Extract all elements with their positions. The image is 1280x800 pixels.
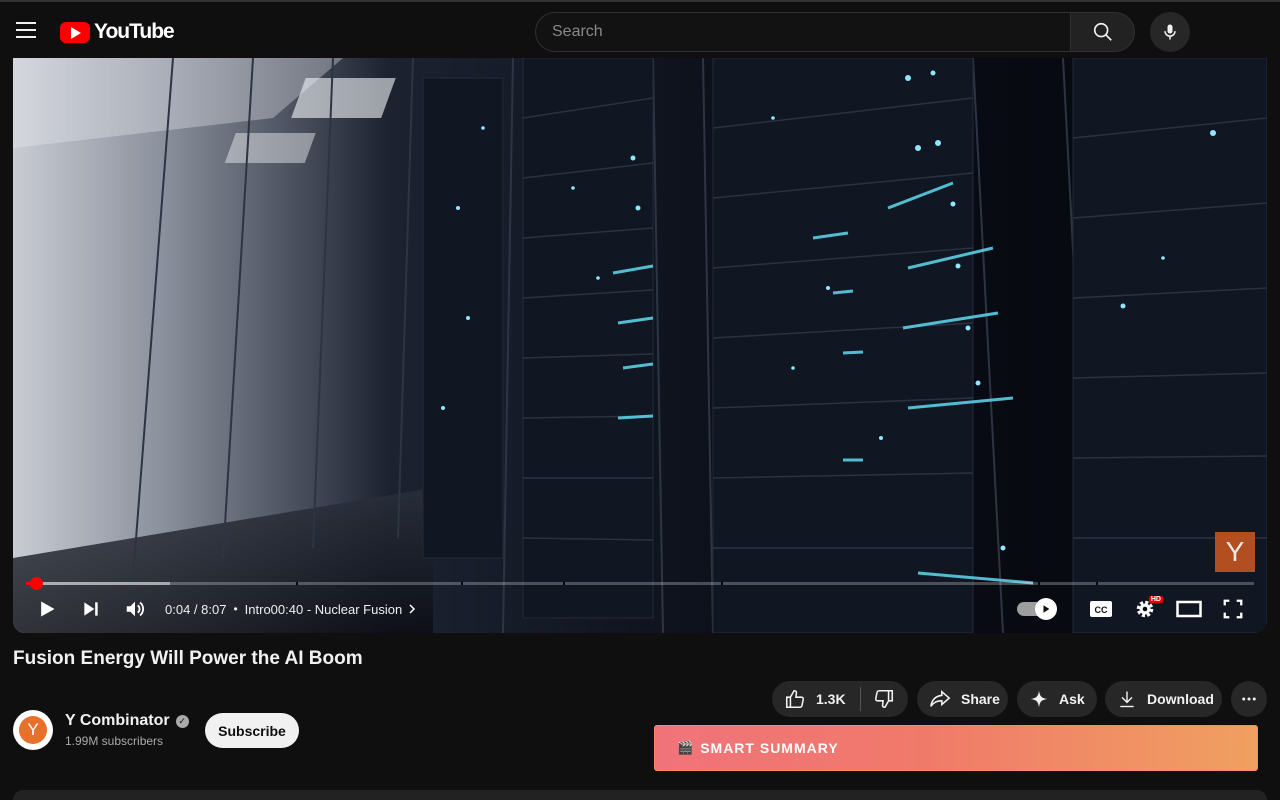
channel-text: Y Combinator ✓ 1.99M subscribers	[65, 712, 189, 748]
theater-mode-button[interactable]	[1167, 594, 1211, 624]
chapter-marker	[721, 582, 723, 585]
search-bar	[535, 12, 1135, 52]
ask-button[interactable]: Ask	[1017, 681, 1097, 717]
share-label: Share	[961, 691, 1000, 707]
video-title: Fusion Energy Will Power the AI Boom	[13, 648, 363, 669]
chevron-right-icon	[409, 604, 416, 614]
right-controls: CC HD	[1017, 594, 1255, 624]
thumbs-up-icon	[785, 689, 805, 709]
youtube-logo[interactable]: YouTube	[60, 20, 175, 44]
search-input[interactable]	[535, 12, 1071, 52]
youtube-play-logo-icon	[60, 21, 90, 43]
chapter-marker	[296, 582, 298, 585]
svg-text:CC: CC	[1095, 605, 1108, 615]
subscribe-button[interactable]: Subscribe	[205, 713, 299, 748]
captions-icon: CC	[1090, 601, 1112, 617]
microphone-icon	[1164, 24, 1176, 40]
download-icon	[1120, 691, 1134, 708]
channel-name-row[interactable]: Y Combinator ✓	[65, 712, 189, 730]
chapter-marker	[461, 582, 463, 585]
next-button[interactable]	[69, 594, 113, 624]
video-player[interactable]: Y 0:04 / 8:07 • Intro00:40 - Nuclear Fus…	[13, 58, 1267, 633]
sparkle-icon	[1030, 690, 1048, 708]
captions-button[interactable]: CC	[1079, 594, 1123, 624]
chapter-button[interactable]: Intro00:40 - Nuclear Fusion	[245, 602, 419, 617]
play-button[interactable]	[25, 594, 69, 624]
dislike-button[interactable]	[861, 688, 895, 710]
video-frame	[13, 58, 1267, 633]
top-bar: YouTube	[0, 0, 1280, 58]
volume-icon	[126, 601, 144, 617]
more-horizontal-icon	[1242, 697, 1256, 701]
smart-summary-label: SMART SUMMARY	[700, 740, 839, 756]
logo-text: YouTube	[94, 20, 175, 43]
like-count: 1.3K	[816, 691, 846, 707]
like-dislike-group: 1.3K	[772, 681, 908, 717]
time-display: 0:04 / 8:07	[165, 601, 227, 617]
more-actions-button[interactable]	[1231, 681, 1267, 717]
chapter-marker	[563, 582, 565, 585]
ask-label: Ask	[1059, 691, 1085, 707]
thumbs-down-icon	[874, 689, 893, 709]
hd-badge: HD	[1148, 596, 1163, 603]
watermark-letter: Y	[1225, 536, 1245, 567]
search-icon	[1093, 22, 1112, 41]
progress-bar[interactable]	[26, 577, 1254, 590]
volume-button[interactable]	[113, 594, 157, 624]
play-icon	[41, 601, 55, 617]
fullscreen-icon	[1223, 599, 1243, 619]
hamburger-menu-icon[interactable]	[12, 14, 40, 46]
chapter-marker	[1038, 582, 1040, 585]
avatar[interactable]: Y	[13, 710, 53, 750]
autoplay-toggle-icon	[1035, 598, 1057, 620]
description-box-edge	[13, 790, 1267, 800]
download-label: Download	[1147, 691, 1214, 707]
clapperboard-icon: 🎬	[677, 740, 695, 755]
voice-search-button[interactable]	[1150, 12, 1190, 52]
verified-icon: ✓	[175, 714, 189, 728]
share-icon	[930, 689, 951, 707]
download-button[interactable]: Download	[1105, 681, 1222, 717]
search-button[interactable]	[1071, 12, 1135, 52]
autoplay-toggle[interactable]	[1017, 598, 1057, 620]
subscriber-count: 1.99M subscribers	[65, 734, 164, 748]
channel-info: Y Y Combinator ✓ 1.99M subscribers	[13, 710, 189, 750]
channel-watermark[interactable]: Y	[1215, 532, 1255, 572]
chapter-marker	[1096, 582, 1098, 585]
player-controls: 0:04 / 8:07 • Intro00:40 - Nuclear Fusio…	[13, 594, 1267, 624]
settings-button[interactable]: HD	[1123, 594, 1167, 624]
buffered-bar	[26, 582, 170, 585]
separator-dot: •	[233, 602, 238, 616]
chapter-title: Intro00:40 - Nuclear Fusion	[244, 601, 403, 617]
scrubber-handle[interactable]	[29, 577, 43, 590]
avatar-letter: Y	[19, 716, 47, 744]
fullscreen-button[interactable]	[1211, 594, 1255, 624]
channel-name: Y Combinator	[65, 712, 170, 729]
share-button[interactable]: Share	[917, 681, 1008, 717]
like-button[interactable]: 1.3K	[772, 688, 846, 710]
next-icon	[84, 602, 98, 616]
theater-mode-icon	[1176, 600, 1202, 618]
smart-summary-button[interactable]: 🎬 SMART SUMMARY	[654, 725, 1258, 771]
